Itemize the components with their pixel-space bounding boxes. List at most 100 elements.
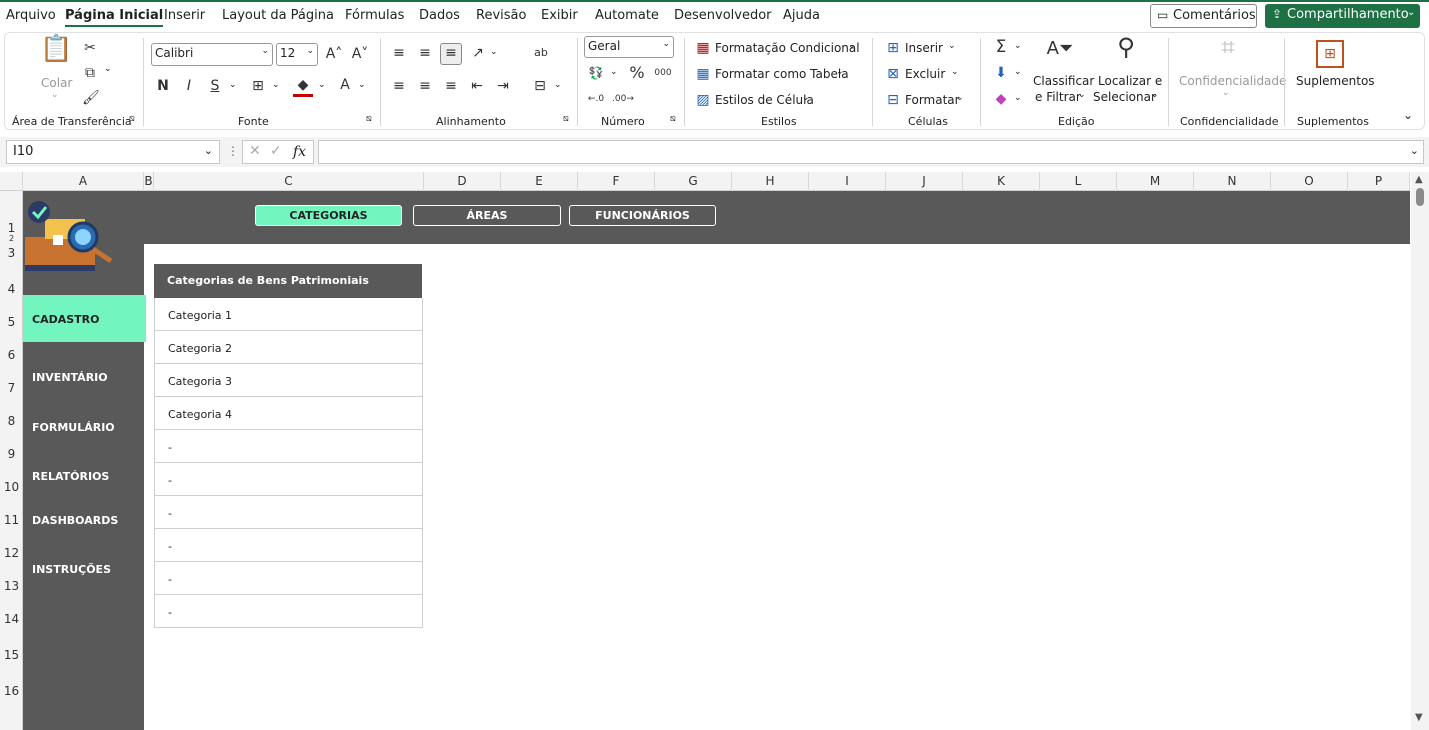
clear-icon[interactable]: ◆ <box>992 90 1010 108</box>
collapse-ribbon-icon[interactable]: ⌄ <box>1403 108 1413 122</box>
orientation-icon[interactable]: ↗ <box>468 44 488 62</box>
share-button[interactable]: ⇪ Compartilhamento ⌄ <box>1265 4 1420 28</box>
vertical-scrollbar[interactable]: ▲ ▼ <box>1411 172 1429 730</box>
menu-inserir[interactable]: Inserir <box>164 8 205 23</box>
chevron-down-icon[interactable]: ⌄ <box>610 67 618 77</box>
table-row[interactable]: Categoria 4 <box>154 397 423 430</box>
row-header[interactable]: 12 <box>0 546 23 560</box>
italic-button[interactable]: I <box>180 77 198 95</box>
chevron-down-icon[interactable]: ⌄ <box>358 80 366 90</box>
format-cells-icon[interactable]: ⊟ <box>884 91 902 109</box>
row-header[interactable]: 5 <box>0 315 23 329</box>
fill-icon[interactable]: ⬇ <box>992 64 1010 82</box>
sort-filter-label-1[interactable]: Classificar <box>1033 74 1094 88</box>
bold-button[interactable]: N <box>154 77 172 95</box>
column-header[interactable]: P <box>1348 172 1410 191</box>
chevron-down-icon[interactable]: ⌄ <box>1151 90 1159 100</box>
row-header[interactable]: 14 <box>0 612 23 626</box>
column-header[interactable]: N <box>1194 172 1271 191</box>
column-header[interactable]: C <box>154 172 424 191</box>
row-header[interactable]: 3 <box>0 246 23 260</box>
find-select-label-2[interactable]: Selecionar <box>1093 90 1156 104</box>
scroll-down-icon[interactable]: ▼ <box>1415 712 1423 723</box>
table-row[interactable]: - <box>154 529 423 562</box>
chevron-down-icon[interactable]: ⌄ <box>1014 67 1022 77</box>
decrease-font-icon[interactable]: A˅ <box>350 45 370 63</box>
nav-dashboards[interactable]: DASHBOARDS <box>32 514 118 527</box>
sort-filter-label-2[interactable]: e Filtrar <box>1035 90 1081 104</box>
column-header[interactable]: B <box>144 172 154 191</box>
copy-icon[interactable]: ⧉ <box>82 64 98 82</box>
chevron-down-icon[interactable]: ⌄ <box>1407 7 1415 18</box>
find-select-label-1[interactable]: Localizar e <box>1098 74 1162 88</box>
dialog-launcher-icon[interactable]: ⧅ <box>670 114 676 124</box>
fill-color-icon[interactable]: ◆ <box>293 76 313 97</box>
align-bottom-icon[interactable]: ≡ <box>440 43 462 65</box>
row-header[interactable]: 13 <box>0 579 23 593</box>
paste-icon[interactable]: 📋 <box>40 36 72 74</box>
column-header[interactable]: J <box>886 172 963 191</box>
chevron-down-icon[interactable]: ⌄ <box>1078 90 1086 100</box>
align-right-icon[interactable]: ≡ <box>442 77 460 95</box>
column-header[interactable]: G <box>655 172 732 191</box>
insert-cells-button[interactable]: Inserir <box>905 41 943 55</box>
column-header[interactable]: L <box>1040 172 1117 191</box>
font-size-select[interactable]: 12 ⌄ <box>276 43 318 66</box>
column-header[interactable]: O <box>1271 172 1348 191</box>
name-box[interactable]: I10 ⌄ <box>6 140 220 164</box>
tab-categorias[interactable]: CATEGORIAS <box>255 205 402 226</box>
row-header[interactable]: 8 <box>0 414 23 428</box>
nav-cadastro[interactable]: CADASTRO <box>32 313 99 326</box>
chevron-down-icon[interactable]: ⌄ <box>1222 88 1230 98</box>
sensitivity-button[interactable]: Confidencialidade <box>1179 74 1286 88</box>
row-header[interactable]: 1 <box>0 221 23 235</box>
table-row[interactable]: - <box>154 595 423 628</box>
format-table-icon[interactable]: ▦ <box>694 65 712 83</box>
row-header[interactable]: 15 <box>0 648 23 662</box>
dialog-launcher-icon[interactable]: ⧅ <box>563 114 569 124</box>
menu-formulas[interactable]: Fórmulas <box>345 8 404 23</box>
cell-styles-button[interactable]: Estilos de Célula <box>715 93 814 107</box>
table-row[interactable]: - <box>154 463 423 496</box>
nav-relatorios[interactable]: RELATÓRIOS <box>32 470 109 483</box>
menu-automate[interactable]: Automate <box>595 8 659 23</box>
search-icon[interactable]: ⚲ <box>1110 35 1142 70</box>
row-header[interactable]: 7 <box>0 381 23 395</box>
chevron-down-icon[interactable]: ⌄ <box>104 64 112 74</box>
increase-indent-icon[interactable]: ⇥ <box>494 77 512 95</box>
sensitivity-icon[interactable]: ⌗ <box>1212 35 1244 70</box>
scrollbar-thumb[interactable] <box>1416 188 1424 206</box>
dialog-launcher-icon[interactable]: ⧅ <box>129 114 135 124</box>
column-header[interactable]: D <box>424 172 501 191</box>
delete-cells-button[interactable]: Excluir <box>905 67 945 81</box>
merge-center-icon[interactable]: ⊟ <box>531 77 549 95</box>
chevron-down-icon[interactable]: ⌄ <box>554 80 562 90</box>
font-color-icon[interactable]: A <box>336 76 354 94</box>
column-header[interactable]: M <box>1117 172 1194 191</box>
format-cells-button[interactable]: Formatar <box>905 93 960 107</box>
row-header[interactable]: 9 <box>0 447 23 461</box>
chevron-down-icon[interactable]: ⌄ <box>318 80 326 90</box>
align-top-icon[interactable]: ≡ <box>390 44 408 62</box>
chevron-down-icon[interactable]: ⌄ <box>490 47 498 57</box>
row-header[interactable]: 4 <box>0 282 23 296</box>
nav-formulario[interactable]: FORMULÁRIO <box>32 421 115 434</box>
chevron-down-icon[interactable]: ⌄ <box>51 90 59 100</box>
menu-revisao[interactable]: Revisão <box>476 8 526 23</box>
column-header[interactable]: K <box>963 172 1040 191</box>
increase-decimal-icon[interactable]: ←.0 <box>586 90 606 108</box>
formula-input[interactable]: ⌄ <box>318 140 1424 164</box>
cut-icon[interactable]: ✂ <box>82 39 98 57</box>
column-header[interactable]: I <box>809 172 886 191</box>
format-as-table-button[interactable]: Formatar como Tabela <box>715 67 849 81</box>
row-header[interactable]: 11 <box>0 513 23 527</box>
cell-styles-icon[interactable]: ▨ <box>694 91 712 109</box>
menu-ajuda[interactable]: Ajuda <box>783 8 820 23</box>
thousands-icon[interactable]: 000 <box>652 64 674 82</box>
align-left-icon[interactable]: ≡ <box>390 77 408 95</box>
column-header[interactable]: E <box>501 172 578 191</box>
table-row[interactable]: Categoria 2 <box>154 331 423 364</box>
table-row[interactable]: - <box>154 496 423 529</box>
sort-filter-icon[interactable]: A⏷ <box>1044 40 1076 70</box>
column-header[interactable]: H <box>732 172 809 191</box>
